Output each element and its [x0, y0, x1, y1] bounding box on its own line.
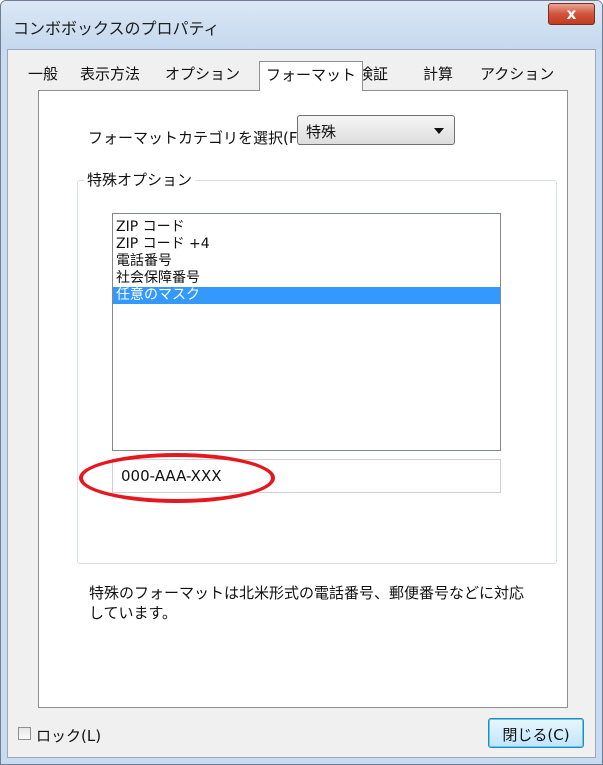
tab-calculate[interactable]: 計算	[423, 63, 453, 84]
list-item-phone-number[interactable]: 電話番号	[113, 253, 500, 270]
tab-actions[interactable]: アクション	[480, 63, 554, 84]
dialog-body: 一般 表示方法 オプション フォーマット 検証 計算 アクション フォーマットカ…	[7, 49, 596, 758]
special-options-list[interactable]: ZIP コード ZIP コード +4 電話番号 社会保障番号 任意のマスク	[112, 213, 501, 451]
tab-appearance[interactable]: 表示方法	[80, 63, 140, 84]
chevron-down-icon	[434, 128, 444, 134]
format-description: 特殊のフォーマットは北米形式の電話番号、郵便番号などに対応しています。	[89, 584, 525, 622]
format-category-label: フォーマットカテゴリを選択(F):	[88, 129, 309, 147]
mask-input-value: 000-AAA-XXX	[121, 467, 222, 485]
tab-format[interactable]: フォーマット	[259, 61, 364, 91]
title-bar[interactable]: コンボボックスのプロパティ x	[1, 1, 602, 49]
list-item-zip-plus-4[interactable]: ZIP コード +4	[113, 236, 500, 253]
properties-dialog: コンボボックスのプロパティ x 一般 表示方法 オプション フォーマット 検証 …	[0, 0, 603, 765]
list-item-zip[interactable]: ZIP コード	[113, 219, 500, 236]
mask-input[interactable]: 000-AAA-XXX	[112, 459, 501, 493]
close-button[interactable]: 閉じる(C)	[488, 718, 584, 748]
tab-options[interactable]: オプション	[165, 63, 240, 84]
lock-checkbox[interactable]	[18, 727, 31, 740]
list-item-social-security-number[interactable]: 社会保障番号	[113, 270, 500, 287]
list-item-arbitrary-mask[interactable]: 任意のマスク	[113, 287, 500, 304]
tab-strip: 一般 表示方法 オプション フォーマット 検証 計算 アクション	[8, 50, 595, 91]
format-category-value: 特殊	[306, 123, 337, 141]
window-title: コンボボックスのプロパティ	[13, 19, 220, 38]
window-close-button[interactable]: x	[548, 3, 595, 25]
lock-label[interactable]: ロック(L)	[36, 725, 101, 746]
close-button-label: 閉じる(C)	[502, 726, 570, 744]
tab-general[interactable]: 一般	[28, 63, 58, 84]
special-options-label: 特殊オプション	[84, 169, 196, 190]
format-category-select[interactable]: 特殊	[297, 115, 455, 145]
close-icon: x	[566, 5, 577, 23]
format-panel: フォーマットカテゴリを選択(F): 特殊 特殊オプション ZIP コード ZIP…	[38, 90, 568, 708]
